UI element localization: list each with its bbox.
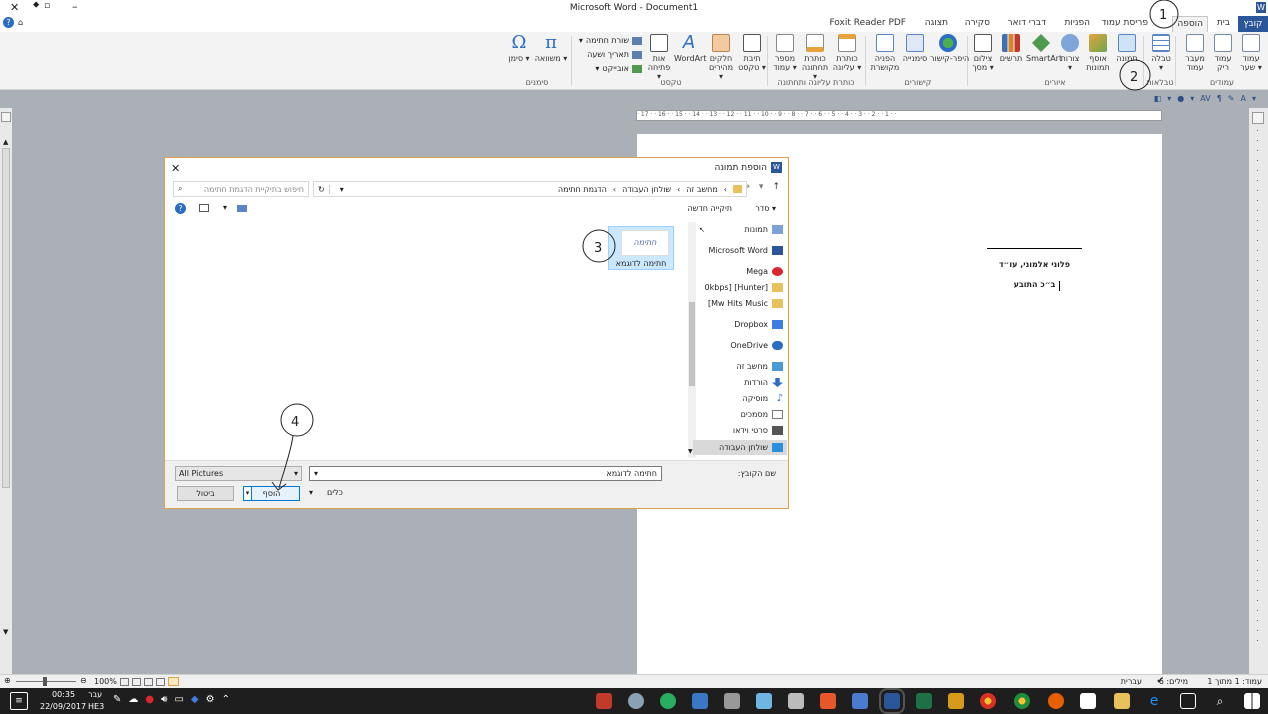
tray-icons: ✎ ☁ ● 🔊︎ ▭ ◆ ⚙ ⌃ <box>113 694 230 705</box>
status-bar: עמוד: 1 מתוך 1 מילים: 6 ✔ עברית ⊕ ⊖ 100% <box>0 674 1268 688</box>
annotation-number: 3 <box>594 241 602 256</box>
app-icon[interactable] <box>948 693 964 709</box>
chrome-icon[interactable] <box>980 693 996 709</box>
page-count: עמוד: 1 מתוך 1 <box>1207 677 1262 686</box>
view-draft-icon[interactable] <box>120 677 129 686</box>
app-icon[interactable] <box>756 693 772 709</box>
annotation-number: 4 <box>291 415 299 430</box>
clock-date: 22/09/2017 <box>40 702 87 711</box>
chrome-icon[interactable] <box>1014 693 1030 709</box>
zoom-in-icon[interactable]: ⊕ <box>4 676 11 685</box>
view-outline-icon[interactable] <box>132 677 141 686</box>
start-icon[interactable] <box>1244 693 1260 709</box>
excel-icon[interactable] <box>916 693 932 709</box>
view-web-icon[interactable] <box>144 677 153 686</box>
search-icon[interactable]: ⌕ <box>1212 693 1228 709</box>
zoom-slider-thumb[interactable] <box>43 677 47 686</box>
taskbar: ≡ 00:35 22/09/2017 עבר HE3 ✎ ☁ ● 🔊︎ ▭ ◆ ⚙ ⌃ e ⌕ <box>0 688 1268 714</box>
dropbox-icon[interactable]: ◆ <box>191 694 199 705</box>
proofing-icon[interactable]: ✔ <box>1156 676 1164 686</box>
annotation-number: 1 <box>1159 8 1167 23</box>
task-view-icon[interactable] <box>1180 693 1196 709</box>
battery-icon[interactable]: ▭ <box>174 694 183 705</box>
annotation-number: 2 <box>1130 70 1138 85</box>
view-print-layout-icon[interactable] <box>168 677 179 686</box>
acrobat-icon[interactable] <box>596 693 612 709</box>
view-buttons <box>120 677 179 686</box>
tray-icon[interactable]: ⚙ <box>206 694 215 705</box>
app-icon[interactable] <box>820 693 836 709</box>
language-indicator[interactable]: עברית <box>1121 677 1142 686</box>
zoom-level[interactable]: 100% <box>94 677 117 686</box>
mega-icon[interactable]: ● <box>145 694 154 705</box>
show-hidden-icon[interactable]: ⌃ <box>222 694 230 705</box>
file-explorer-icon[interactable] <box>1114 693 1130 709</box>
app-icon[interactable] <box>852 693 868 709</box>
edge-icon[interactable]: e <box>1146 693 1162 709</box>
tray-icon[interactable]: ✎ <box>113 694 121 705</box>
app-icon[interactable] <box>660 693 676 709</box>
store-icon[interactable] <box>1080 693 1096 709</box>
input-language[interactable]: עבר <box>88 690 102 699</box>
word-taskbar-icon[interactable] <box>879 688 905 714</box>
notification-icon[interactable]: ≡ <box>10 692 28 710</box>
volume-icon[interactable]: 🔊︎ <box>161 694 167 705</box>
app-icon[interactable] <box>788 693 804 709</box>
app-icon[interactable] <box>628 693 644 709</box>
cloud-icon[interactable]: ☁ <box>128 694 138 705</box>
zoom-out-icon[interactable]: ⊖ <box>80 676 87 685</box>
keyboard-layout[interactable]: HE3 <box>88 702 104 711</box>
firefox-icon[interactable] <box>1048 693 1064 709</box>
app-icon[interactable] <box>692 693 708 709</box>
clock-time: 00:35 <box>52 690 76 699</box>
annotation-layer: 1 2 3 4 <box>271 0 1179 491</box>
calculator-icon[interactable] <box>724 693 740 709</box>
view-reading-icon[interactable] <box>156 677 165 686</box>
